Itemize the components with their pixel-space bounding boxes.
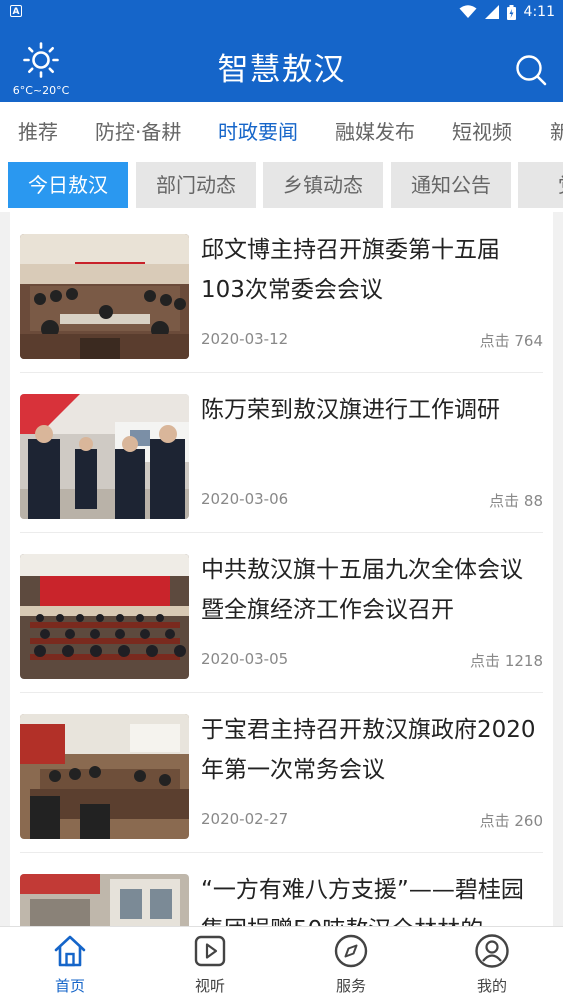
battery-icon xyxy=(506,4,516,20)
user-icon xyxy=(475,934,509,968)
app-notification-icon: A xyxy=(10,5,22,17)
nav-services[interactable]: 服务 xyxy=(311,933,391,996)
nav-home[interactable]: 首页 xyxy=(30,933,110,996)
news-title: 于宝君主持召开敖汉旗政府2020年第一次常务会议 xyxy=(201,717,536,783)
news-clicks: 点击 764 xyxy=(479,332,543,350)
signal-icon xyxy=(484,5,499,19)
chip-party-government[interactable]: 党政 xyxy=(518,162,563,208)
nav-label: 首页 xyxy=(54,977,85,995)
news-title: “一方有难八方支援”——碧桂园集团捐赠50吨敖汉全林林的 xyxy=(201,877,524,926)
nav-label: 视听 xyxy=(194,977,225,995)
nav-mine[interactable]: 我的 xyxy=(452,933,532,996)
news-item[interactable]: 陈万荣到敖汉旗进行工作调研 2020-03-06 点击 88 xyxy=(20,372,543,533)
tab-more[interactable]: 新 xyxy=(550,116,563,145)
sub-category-chips: 今日敖汉 部门动态 乡镇动态 通知公告 党政 xyxy=(0,162,563,210)
chip-today-aohan[interactable]: 今日敖汉 xyxy=(8,162,128,208)
news-item[interactable]: 中共敖汉旗十五届九次全体会议暨全旗经济工作会议召开 2020-03-05 点击 … xyxy=(20,532,543,693)
home-icon xyxy=(54,935,86,967)
news-item[interactable]: “一方有难八方支援”——碧桂园集团捐赠50吨敖汉全林林的 xyxy=(20,852,543,926)
news-thumbnail xyxy=(20,394,189,519)
news-date: 2020-03-06 xyxy=(201,490,289,508)
compass-icon xyxy=(334,934,368,968)
nav-label: 我的 xyxy=(476,977,507,995)
news-thumbnail xyxy=(20,554,189,679)
tab-prevention[interactable]: 防控·备耕 xyxy=(95,116,181,145)
nav-label: 服务 xyxy=(335,977,366,995)
status-bar: A 4:11 xyxy=(0,0,563,24)
app-title: 智慧敖汉 xyxy=(217,52,346,88)
news-date: 2020-03-12 xyxy=(201,330,289,348)
news-thumbnail xyxy=(20,874,189,926)
tab-politics-news[interactable]: 时政要闻 xyxy=(218,116,298,145)
news-thumbnail xyxy=(20,714,189,839)
news-clicks: 点击 88 xyxy=(489,492,543,510)
nav-audio-video[interactable]: 视听 xyxy=(170,933,250,996)
chip-township-news[interactable]: 乡镇动态 xyxy=(263,162,383,208)
news-thumbnail xyxy=(20,234,189,359)
news-title: 陈万荣到敖汉旗进行工作调研 xyxy=(201,397,500,423)
news-title: 邱文博主持召开旗委第十五届103次常委会会议 xyxy=(201,237,500,303)
chip-department-news[interactable]: 部门动态 xyxy=(136,162,256,208)
news-clicks: 点击 1218 xyxy=(470,652,543,670)
tab-short-video[interactable]: 短视频 xyxy=(452,116,512,145)
search-icon[interactable] xyxy=(515,54,547,86)
tab-media-release[interactable]: 融媒发布 xyxy=(335,116,415,145)
news-title: 中共敖汉旗十五届九次全体会议暨全旗经济工作会议召开 xyxy=(201,557,523,623)
bottom-navigation: 首页 视听 服务 我的 xyxy=(0,926,563,1003)
play-icon xyxy=(194,935,226,967)
news-item[interactable]: 于宝君主持召开敖汉旗政府2020年第一次常务会议 2020-02-27 点击 2… xyxy=(20,692,543,853)
chip-notices[interactable]: 通知公告 xyxy=(391,162,511,208)
app-header: 6°C~20°C 智慧敖汉 xyxy=(0,24,563,102)
news-list: 邱文博主持召开旗委第十五届103次常委会会议 2020-03-12 点击 764 xyxy=(0,212,563,926)
category-tabs: 推荐 防控·备耕 时政要闻 融媒发布 短视频 新 xyxy=(0,102,563,156)
tab-recommend[interactable]: 推荐 xyxy=(18,116,58,145)
news-clicks: 点击 260 xyxy=(479,812,543,830)
wifi-icon xyxy=(459,5,477,18)
news-date: 2020-02-27 xyxy=(201,810,289,828)
clock: 4:11 xyxy=(523,4,555,20)
news-item[interactable]: 邱文博主持召开旗委第十五届103次常委会会议 2020-03-12 点击 764 xyxy=(20,212,543,373)
news-date: 2020-03-05 xyxy=(201,650,289,668)
